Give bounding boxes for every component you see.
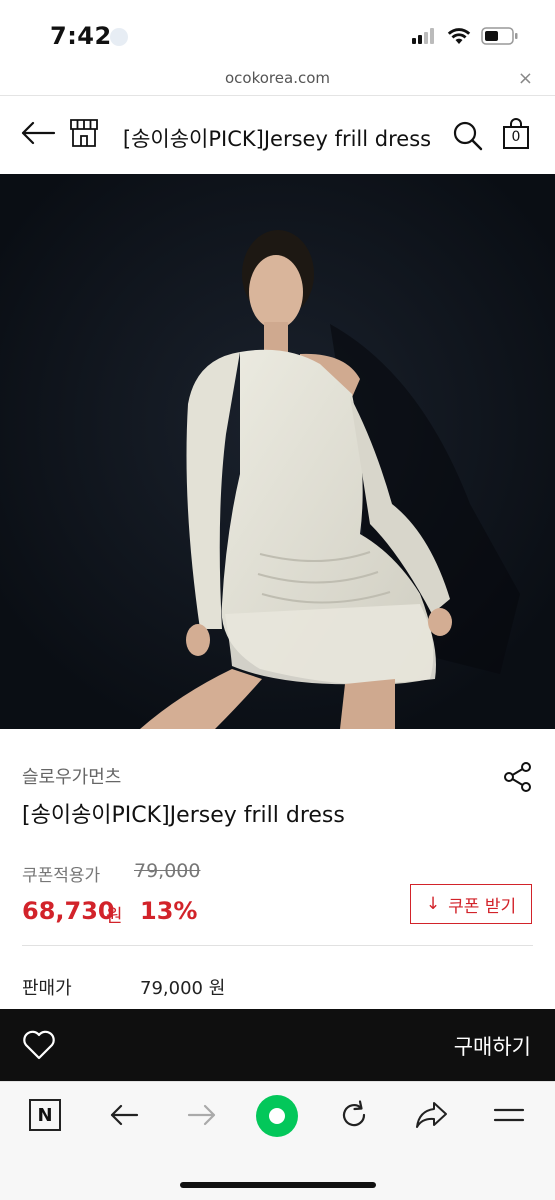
product-info: 슬로우가먼츠 [송이송이PICK]Jersey frill dress 쿠폰적용… bbox=[0, 729, 555, 1009]
download-arrow-icon: ↓ bbox=[425, 894, 441, 914]
status-indicators bbox=[411, 26, 519, 46]
naver-n-label: N bbox=[37, 1104, 53, 1126]
wifi-icon bbox=[447, 28, 471, 44]
green-dot-icon bbox=[269, 1108, 285, 1124]
naver-home-button[interactable]: N bbox=[29, 1099, 61, 1131]
forward-icon[interactable] bbox=[186, 1099, 218, 1131]
sale-price: 68,730 bbox=[22, 897, 115, 925]
browser-url-bar: ocokorea.com × bbox=[0, 66, 555, 96]
signal-icon bbox=[412, 28, 434, 44]
url-text[interactable]: ocokorea.com bbox=[0, 69, 555, 87]
discount-rate: 13% bbox=[140, 897, 198, 925]
share-arrow-icon[interactable] bbox=[414, 1099, 448, 1131]
buy-bar: 구매하기 bbox=[0, 1009, 555, 1081]
close-icon[interactable]: × bbox=[518, 68, 533, 89]
divider bbox=[22, 945, 533, 946]
refresh-icon[interactable] bbox=[338, 1099, 370, 1131]
original-price: 79,000 bbox=[134, 860, 201, 882]
page-title: [송이송이PICK]Jersey frill dress bbox=[122, 127, 432, 151]
model-photo bbox=[0, 174, 555, 729]
search-icon[interactable] bbox=[452, 120, 484, 152]
back-icon[interactable] bbox=[108, 1099, 140, 1131]
product-name: [송이송이PICK]Jersey frill dress bbox=[22, 803, 345, 828]
sell-price-label: 판매가 bbox=[22, 978, 72, 999]
menu-icon[interactable] bbox=[492, 1099, 526, 1131]
sale-price-unit: 원 bbox=[106, 906, 123, 927]
product-image[interactable] bbox=[0, 174, 555, 729]
coupon-download-button[interactable]: ↓ 쿠폰 받기 bbox=[410, 884, 532, 924]
location-icon bbox=[110, 28, 128, 46]
store-icon[interactable] bbox=[68, 118, 100, 148]
battery-icon bbox=[481, 27, 518, 45]
site-header: [송이송이PICK]Jersey frill dress 0 bbox=[0, 96, 555, 174]
coupon-price-label: 쿠폰적용가 bbox=[22, 866, 101, 886]
home-indicator bbox=[180, 1182, 376, 1188]
share-icon[interactable] bbox=[502, 761, 534, 793]
buy-button[interactable]: 구매하기 bbox=[454, 1031, 531, 1061]
back-arrow-icon[interactable] bbox=[20, 120, 56, 146]
status-bar: 7:42 bbox=[0, 0, 555, 66]
status-time: 7:42 bbox=[50, 22, 112, 50]
green-dot-button[interactable] bbox=[256, 1095, 298, 1137]
shopping-bag-button[interactable]: 0 bbox=[502, 118, 530, 150]
sell-price: 79,000 원 bbox=[140, 978, 226, 999]
heart-icon[interactable] bbox=[22, 1030, 56, 1060]
coupon-button-label: 쿠폰 받기 bbox=[448, 896, 517, 917]
brand-name[interactable]: 슬로우가먼츠 bbox=[22, 763, 121, 789]
bag-count: 0 bbox=[511, 129, 521, 145]
